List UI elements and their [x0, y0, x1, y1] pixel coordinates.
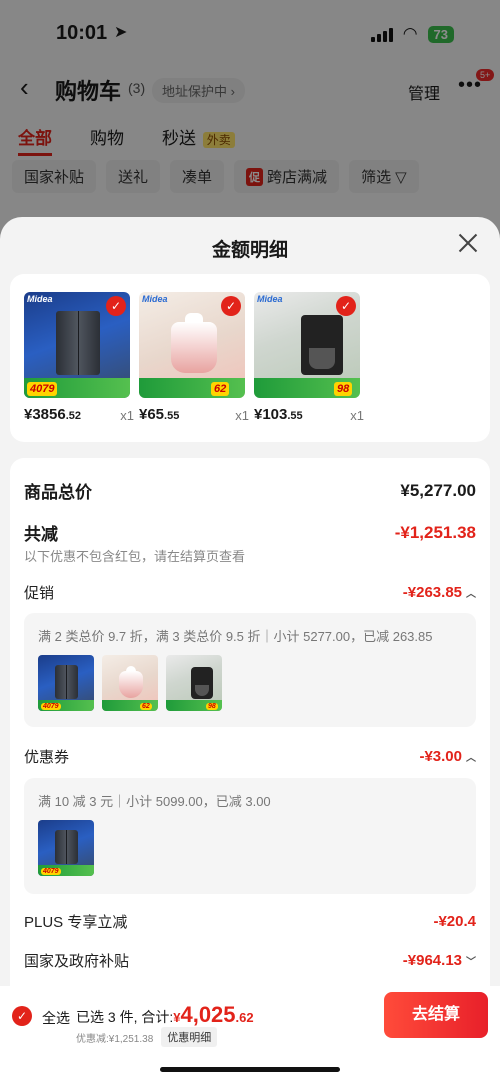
- product-image-chopper: Midea ✓ 62: [139, 292, 245, 398]
- select-all-checkbox[interactable]: ✓: [12, 1006, 32, 1026]
- promo-strip: [139, 378, 245, 398]
- subsidy-value-wrap: -¥964.13 ﹀: [403, 952, 476, 969]
- promo-price: 62: [140, 703, 152, 710]
- promo-value-wrap: -¥263.85 ︿: [403, 584, 476, 601]
- total-label: 商品总价: [24, 483, 92, 502]
- promo-price: 98: [334, 382, 353, 396]
- chevron-up-icon: ︿: [466, 589, 476, 600]
- brand-logo: Midea: [27, 294, 53, 304]
- promo-price: 4079: [27, 382, 58, 396]
- promo-detail-box: 满 2 类总价 9.7 折，满 3 类总价 9.5 折｜小计 5277.00，已…: [24, 613, 476, 727]
- check-icon: ✓: [106, 296, 126, 316]
- fridge-shape: [55, 311, 101, 375]
- saving-row: 优惠减:¥1,251.38 优惠明细: [76, 1027, 218, 1047]
- price-dec: .52: [65, 410, 82, 422]
- product-image-fridge: Midea ✓ 4079: [24, 292, 130, 398]
- product-item-coffee-maker[interactable]: Midea ✓ 98 ¥103.55 x1: [254, 292, 364, 423]
- total-value: ¥5,277.00: [400, 480, 476, 500]
- promo-price: 98: [206, 703, 218, 710]
- amount-detail-sheet: 金额明细 Midea ✓ 4079 ¥3856.52 x1 Midea ✓ 62…: [0, 217, 500, 1083]
- price-int: ¥3856: [24, 406, 66, 423]
- total-amount-int: 4,025: [180, 1002, 236, 1027]
- price-int: ¥65: [139, 406, 165, 423]
- fridge-shape: [54, 665, 79, 699]
- promo-value: -¥263.85: [402, 584, 462, 601]
- price-int: ¥103: [254, 406, 288, 423]
- reduce-label: 共减: [24, 525, 58, 544]
- check-icon: ✓: [336, 296, 356, 316]
- price-dec: .55: [287, 410, 303, 422]
- order-summary: 已选 3 件, 合计:¥4,025.62: [76, 1002, 254, 1028]
- promo-detail-text: 满 2 类总价 9.7 折，满 3 类总价 9.5 折｜小计 5277.00，已…: [38, 629, 433, 644]
- coffee-maker-shape: [190, 667, 214, 699]
- brand-logo: Midea: [257, 294, 283, 304]
- sheet-title: 金额明细: [211, 240, 288, 261]
- total-row: 商品总价 ¥5,277.00: [24, 478, 476, 503]
- product-item-chopper[interactable]: Midea ✓ 62 ¥65.55 x1: [139, 292, 249, 423]
- product-qty: x1: [235, 408, 249, 423]
- reduce-row: 共减 -¥1,251.38: [24, 520, 476, 545]
- subsidy-row[interactable]: 国家及政府补贴 -¥964.13 ﹀: [24, 950, 476, 971]
- promo-thumb-chopper: 62: [102, 655, 158, 711]
- product-qty: x1: [350, 408, 364, 423]
- reduce-note: 以下优惠不包含红包，请在结算页查看: [24, 549, 246, 564]
- products-card: Midea ✓ 4079 ¥3856.52 x1 Midea ✓ 62 ¥65.…: [10, 274, 490, 442]
- total-amount-dec: .62: [235, 1010, 254, 1025]
- home-indicator: [160, 1067, 340, 1072]
- product-image-coffee-maker: Midea ✓ 98: [254, 292, 360, 398]
- product-item-fridge[interactable]: Midea ✓ 4079 ¥3856.52 x1: [24, 292, 134, 423]
- coupon-value: -¥3.00: [419, 748, 462, 765]
- saving-text: 优惠减:¥1,251.38: [76, 1033, 154, 1045]
- chopper-shape: [118, 665, 144, 698]
- check-icon: ✓: [221, 296, 241, 316]
- promo-price: 62: [211, 382, 230, 396]
- promo-label: 促销: [24, 585, 55, 602]
- chopper-shape: [170, 312, 218, 373]
- promo-price: 4079: [41, 703, 61, 710]
- product-price: ¥103.55: [254, 406, 364, 423]
- subsidy-label: 国家及政府补贴: [24, 953, 130, 970]
- promo-thumb-coffee-maker: 98: [166, 655, 222, 711]
- price-dec: .55: [164, 410, 180, 422]
- coupon-value-wrap: -¥3.00 ︿: [419, 748, 476, 765]
- promo-thumb-fridge: 4079: [38, 655, 94, 711]
- fridge-shape: [54, 830, 79, 864]
- plus-row: PLUS 专享立减 -¥20.4: [24, 911, 476, 932]
- promo-price: 4079: [41, 868, 61, 875]
- close-icon[interactable]: [454, 229, 482, 257]
- plus-value: -¥20.4: [433, 913, 476, 930]
- checkout-button[interactable]: 去结算: [384, 992, 488, 1038]
- discount-detail-button[interactable]: 优惠明细: [161, 1027, 218, 1047]
- reduce-value: -¥1,251.38: [394, 522, 476, 542]
- product-qty: x1: [120, 408, 134, 423]
- coupon-row[interactable]: 优惠券 -¥3.00 ︿: [24, 746, 476, 767]
- coupon-label: 优惠券: [24, 749, 70, 766]
- coupon-detail-text: 满 10 减 3 元｜小计 5099.00，已减 3.00: [38, 794, 271, 809]
- product-price: ¥3856.52: [24, 406, 134, 423]
- plus-label: PLUS 专享立减: [24, 914, 128, 931]
- promo-row[interactable]: 促销 -¥263.85 ︿: [24, 582, 476, 603]
- coupon-detail-box: 满 10 减 3 元｜小计 5099.00，已减 3.00 4079: [24, 778, 476, 894]
- brand-logo: Midea: [142, 294, 168, 304]
- subsidy-value: -¥964.13: [402, 952, 462, 969]
- coupon-thumb-fridge: 4079: [38, 820, 94, 876]
- product-price: ¥65.55: [139, 406, 249, 423]
- coffee-maker-shape: [300, 315, 344, 375]
- chevron-down-icon: ﹀: [466, 957, 476, 968]
- chevron-up-icon: ︿: [466, 753, 476, 764]
- select-all-label[interactable]: 全选: [42, 1008, 70, 1028]
- selected-text: 已选 3 件, 合计:: [76, 1009, 174, 1025]
